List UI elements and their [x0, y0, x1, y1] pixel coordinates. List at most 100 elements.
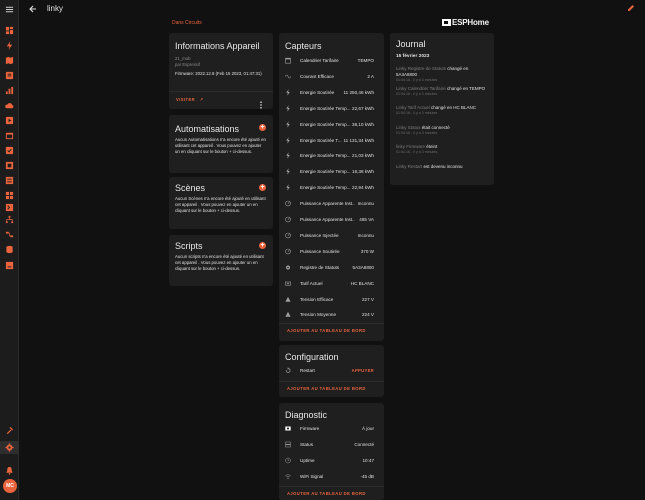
logbook-icon[interactable]: [5, 71, 14, 80]
sensor-row[interactable]: Puissance Injectée Inconnu: [279, 228, 378, 244]
sensor-row[interactable]: Energie Soutirée T... 11 131,34 kWh: [279, 133, 378, 149]
sensors-add-to-dashboard-button[interactable]: AJOUTER AU TABLEAU DE BORD: [287, 328, 366, 333]
journal-entry[interactable]: Linky Restart est devenu inconnu: [396, 164, 488, 170]
menu-icon[interactable]: [5, 5, 14, 14]
configuration-title: Configuration: [285, 352, 339, 362]
device-info-title: Informations Appareil: [175, 41, 260, 51]
journal-entry-message: est devenu inconnu: [423, 163, 463, 169]
journal-entity-link[interactable]: Linky Tarif Actuel: [396, 105, 430, 110]
sensor-value: 16,38 kWh: [352, 169, 374, 175]
edit-pencil-icon[interactable]: [627, 4, 635, 12]
diagnostic-add-to-dashboard-button[interactable]: AJOUTER AU TABLEAU DE BORD: [287, 491, 366, 496]
sensor-name: Puissance Injectée: [300, 232, 339, 238]
flash-icon: [285, 152, 291, 160]
visit-button[interactable]: VISITER ↗: [176, 97, 204, 102]
developer-tools-icon[interactable]: [5, 426, 14, 435]
node-red-icon[interactable]: [5, 230, 14, 239]
diagnostic-row[interactable]: WiFi Signal -45 dB: [279, 469, 378, 485]
sensor-row[interactable]: Calendrier Tarifaire TEMPO: [279, 53, 378, 69]
terminal-icon[interactable]: [5, 203, 14, 212]
back-arrow-icon[interactable]: [29, 4, 37, 14]
device-info-divider: [169, 91, 273, 92]
sensor-row[interactable]: Tension Efficace 227 V: [279, 292, 378, 308]
journal-entry[interactable]: linky Firmware éteint 01:54:16 - Il y a 3…: [396, 144, 488, 155]
hacs-icon[interactable]: [5, 161, 14, 170]
sensor-name: Registre de Statuts: [300, 264, 340, 270]
console-icon[interactable]: [5, 261, 14, 270]
sensor-row[interactable]: Registre de Statuts 5A3A8800: [279, 260, 378, 276]
sensor-row[interactable]: Puissance Apparente Inst... 485 VA: [279, 212, 378, 228]
diagnostic-value: -45 dB: [360, 474, 374, 479]
journal-entry-timestamp: 01:54:16 - Il y a 3 minutes: [396, 78, 438, 82]
diagnostic-row[interactable]: Uptime 10:47: [279, 453, 378, 469]
todo-icon[interactable]: [5, 146, 14, 155]
journal-entry[interactable]: Linky Status était connecté 01:54:16 - Il…: [396, 125, 488, 136]
sensor-row[interactable]: Energie Soutirée Temp... 21,03 kWh: [279, 148, 378, 164]
journal-entry[interactable]: Linky Tarif Actuel changé en HC BLANC 01:…: [396, 105, 488, 116]
journal-entity-link[interactable]: Linky Status: [396, 125, 421, 130]
calendar-icon[interactable]: [5, 131, 14, 140]
zigbee-icon[interactable]: [5, 176, 14, 185]
more-options-icon[interactable]: [259, 96, 263, 109]
journal-entry[interactable]: Linky Calendrier Tarifaire changé en TEM…: [396, 86, 488, 97]
grid-icon[interactable]: [5, 191, 14, 200]
database-icon[interactable]: [5, 245, 14, 254]
configuration-add-to-dashboard-button[interactable]: AJOUTER AU TABLEAU DE BORD: [287, 386, 366, 391]
sensor-row[interactable]: Energie Soutirée Temp... 22,67 kWh: [279, 101, 378, 117]
journal-entity-link[interactable]: Linky Registre de Statuts: [396, 66, 446, 71]
sensor-row[interactable]: Energie Soutirée Temp... 36,10 kWh: [279, 117, 378, 133]
avatar[interactable]: MC: [3, 479, 17, 493]
esphome-logo: ESPHome: [442, 18, 489, 27]
sensor-row[interactable]: Energie Soutirée Temp... 16,38 kWh: [279, 164, 378, 180]
add-script-icon[interactable]: +: [259, 242, 266, 249]
diagnostic-value: À jour: [361, 426, 374, 431]
sensor-name: Tension Moyenne: [300, 312, 337, 318]
journal-entry-message: changé en HC BLANC: [430, 105, 476, 110]
journal-entity-link[interactable]: linky Firmware: [396, 144, 425, 149]
sensor-name: Energie Soutirée Temp...: [300, 153, 351, 159]
journal-entry-message: changé en TEMPO: [446, 85, 486, 91]
restart-press-button[interactable]: APPUYER: [352, 368, 374, 373]
sensor-value: 11 250,46 kWh: [343, 89, 374, 95]
energy-icon[interactable]: [5, 41, 14, 50]
device-firmware: Firmware: 2022.12.8 (Feb 15 2023, 01:47:…: [175, 71, 262, 76]
sensor-name: Energie Soutirée Temp...: [300, 121, 351, 127]
history-icon[interactable]: [5, 86, 14, 95]
sensor-value: 21,03 kWh: [352, 153, 374, 159]
notifications-icon[interactable]: [5, 466, 14, 475]
sensor-row[interactable]: Energie Soutirée Temp... 22,94 kWh: [279, 180, 378, 196]
scripts-title: Scripts: [175, 241, 203, 251]
scripts-card: Scripts + Aucun scripts n'a encore été a…: [169, 235, 273, 286]
sensor-row[interactable]: Energie Soutirée 11 250,46 kWh: [279, 85, 378, 101]
diagnostic-value: 10:47: [362, 458, 375, 463]
sensor-name: Tarif Actuel: [300, 280, 323, 286]
sensor-row[interactable]: Tension Moyenne 224 V: [279, 307, 378, 323]
gauge-icon: [285, 232, 291, 239]
sensor-row[interactable]: Tarif Actuel HC BLANC: [279, 276, 378, 292]
add-scene-icon[interactable]: +: [259, 184, 266, 191]
sensor-row[interactable]: Courant Efficace 2 A: [279, 69, 378, 85]
voltage-icon: [285, 311, 291, 318]
network-icon[interactable]: [5, 215, 14, 224]
journal-entity-link[interactable]: Linky Calendrier Tarifaire: [396, 86, 446, 91]
gauge-icon: [285, 216, 291, 223]
breadcrumb-area-link[interactable]: Dans Circuits: [172, 20, 202, 26]
cloud-icon[interactable]: [5, 101, 14, 110]
dashboard-icon[interactable]: [5, 26, 14, 35]
settings-icon[interactable]: [5, 443, 14, 452]
sensor-row[interactable]: Puissance Apparente Inst... Inconnu: [279, 196, 378, 212]
sensor-row[interactable]: Puissance Soutirée 370 W: [279, 244, 378, 260]
sensor-value: 485 VA: [359, 217, 374, 222]
diagnostic-row[interactable]: Firmware À jour: [279, 421, 378, 437]
media-icon[interactable]: [5, 116, 14, 125]
open-in-new-icon: ↗: [199, 97, 204, 102]
cash-icon: [285, 280, 291, 287]
sensor-name: Puissance Apparente Inst...: [300, 201, 355, 207]
add-automation-icon[interactable]: +: [259, 124, 266, 131]
map-icon[interactable]: [5, 56, 14, 65]
diagnostic-name: WiFi Signal: [300, 474, 324, 479]
journal-entry[interactable]: Linky Registre de Statuts changé en 5A3A…: [396, 66, 488, 83]
journal-entity-link[interactable]: Linky Restart: [396, 164, 422, 169]
diagnostic-row[interactable]: Status Connecté: [279, 437, 378, 453]
sensor-value: 36,10 kWh: [352, 121, 374, 127]
